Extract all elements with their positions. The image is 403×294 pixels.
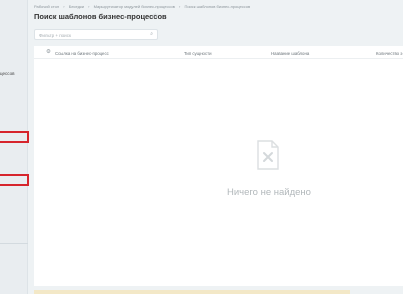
table-header: ⚙ Ссылка на бизнес-процесс Тип сущности … (34, 46, 403, 59)
footer-notice-bar (34, 290, 350, 294)
breadcrumb-item[interactable]: Рабочий стол (34, 4, 59, 9)
search-input[interactable] (39, 31, 143, 39)
search-icon[interactable]: ⌕ (150, 31, 153, 37)
page-title: Поиск шаблонов бизнес-процессов (34, 12, 167, 21)
breadcrumb-separator: › (178, 4, 181, 9)
breadcrumb-item-current: Поиск шаблонов бизнес-процессов (184, 4, 251, 9)
left-sidebar: цессов (0, 0, 28, 294)
search-box[interactable]: ⌕ (34, 29, 158, 40)
sidebar-partial-label[interactable]: цессов (0, 71, 14, 76)
breadcrumb-item[interactable]: Маршрутизатор модулей бизнес-процессов (94, 4, 175, 9)
breadcrumb-item[interactable]: Беседки (69, 4, 84, 9)
breadcrumb-separator: › (63, 4, 65, 9)
column-header[interactable]: Ссылка на бизнес-процесс (55, 51, 109, 56)
highlight-box-2 (0, 174, 29, 186)
sidebar-divider (0, 243, 28, 244)
column-header[interactable]: Количество э (376, 51, 402, 56)
empty-document-icon (257, 140, 279, 170)
highlight-box-1 (0, 131, 29, 143)
star-icon[interactable]: ☆ (152, 12, 158, 20)
breadcrumb-separator: › (88, 4, 90, 9)
column-header[interactable]: Название шаблона (271, 51, 309, 56)
results-table: ⚙ Ссылка на бизнес-процесс Тип сущности … (34, 46, 403, 286)
breadcrumb: Рабочий стол › Беседки › Маршрутизатор м… (34, 4, 253, 9)
gear-icon[interactable]: ⚙ (46, 49, 51, 55)
column-header[interactable]: Тип сущности (184, 51, 211, 56)
empty-state-message: Ничего не найдено (227, 187, 311, 198)
